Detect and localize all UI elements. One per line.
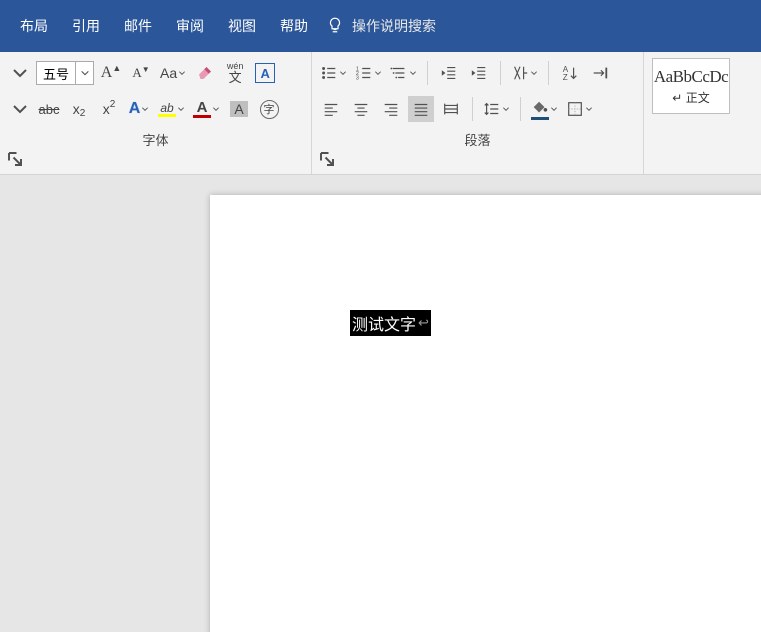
sub-2: 2	[80, 108, 86, 119]
align-left-button[interactable]	[318, 96, 344, 122]
group-paragraph: 123	[312, 52, 644, 174]
chevron-down-icon[interactable]	[75, 62, 93, 84]
distributed-button[interactable]	[438, 96, 464, 122]
menu-references[interactable]: 引用	[60, 0, 112, 52]
strike-label: abc	[39, 102, 60, 117]
strikethrough-button[interactable]: abc	[36, 96, 62, 122]
shrink-font-label: A	[132, 65, 141, 81]
sort-button[interactable]: AZ	[557, 60, 583, 86]
menu-view[interactable]: 视图	[216, 0, 268, 52]
menu-review[interactable]: 审阅	[164, 0, 216, 52]
font-size-value: 五号	[37, 64, 75, 83]
sub-x: x	[73, 101, 80, 117]
highlight-button[interactable]: ab	[156, 96, 187, 122]
char-border-label: A	[255, 63, 275, 83]
selected-text-content: 测试文字	[352, 311, 416, 335]
workspace: 测试文字↩	[0, 175, 761, 632]
font-color-label: A	[197, 100, 208, 115]
multilevel-list-button[interactable]	[388, 60, 419, 86]
phonetic-bottom: 文	[229, 71, 242, 84]
numbering-button[interactable]: 123	[353, 60, 384, 86]
menu-layout[interactable]: 布局	[8, 0, 60, 52]
ribbon: 五号 A ▲ A ▼ Aa	[0, 52, 761, 175]
change-case-label: Aa	[160, 65, 177, 81]
clear-formatting-button[interactable]	[192, 60, 218, 86]
menu-help[interactable]: 帮助	[268, 0, 320, 52]
svg-text:3: 3	[356, 75, 359, 81]
superscript-button[interactable]: x2	[96, 96, 122, 122]
font-dialog-launcher[interactable]	[2, 149, 28, 168]
group-styles: AaBbCcDc ↵ 正文	[644, 52, 738, 174]
menu-mailings[interactable]: 邮件	[112, 0, 164, 52]
show-marks-button[interactable]	[587, 60, 613, 86]
lightbulb-icon	[326, 16, 344, 37]
style-normal[interactable]: AaBbCcDc ↵ 正文	[652, 58, 730, 114]
align-right-button[interactable]	[378, 96, 404, 122]
svg-text:Z: Z	[563, 73, 568, 82]
bullets-button[interactable]	[318, 60, 349, 86]
decrease-indent-button[interactable]	[436, 60, 462, 86]
phonetic-guide-button[interactable]: wén 文	[222, 60, 248, 86]
menubar: 布局 引用 邮件 审阅 视图 帮助 操作说明搜索	[0, 0, 761, 52]
change-case-button[interactable]: Aa	[158, 60, 188, 86]
text-effects-label: A	[129, 101, 141, 117]
document-page[interactable]: 测试文字↩	[210, 195, 761, 632]
style-preview: AaBbCcDc	[654, 67, 728, 87]
font-group-label: 字体	[6, 126, 305, 155]
enclose-characters-button[interactable]: 字	[256, 96, 282, 122]
shrink-font-button[interactable]: A ▼	[128, 60, 154, 86]
enclose-label: 字	[260, 100, 279, 119]
sup-x: x	[103, 101, 110, 117]
line-spacing-button[interactable]	[481, 96, 512, 122]
shading-button[interactable]	[529, 96, 560, 122]
paragraph-dialog-launcher[interactable]	[314, 149, 340, 168]
text-effects-button[interactable]: A	[126, 96, 152, 122]
character-border-button[interactable]: A	[252, 60, 278, 86]
tell-me[interactable]: 操作说明搜索	[326, 16, 436, 37]
paragraph-group-label: 段落	[318, 126, 637, 155]
character-shading-button[interactable]: A	[226, 96, 252, 122]
group-font: 五号 A ▲ A ▼ Aa	[0, 52, 312, 174]
grow-font-button[interactable]: A ▲	[98, 60, 124, 86]
increase-indent-button[interactable]	[466, 60, 492, 86]
paragraph-mark-icon: ↩	[418, 315, 429, 331]
subscript-button[interactable]: x2	[66, 96, 92, 122]
borders-button[interactable]	[564, 96, 595, 122]
asian-layout-button[interactable]	[509, 60, 540, 86]
font-size-combo[interactable]: 五号	[36, 61, 94, 85]
align-center-button[interactable]	[348, 96, 374, 122]
style-name: ↵ 正文	[672, 89, 709, 106]
highlight-label: ab	[160, 102, 173, 114]
sup-2: 2	[110, 99, 116, 110]
underline-dropdown-partial[interactable]	[6, 96, 32, 122]
tell-me-text: 操作说明搜索	[352, 16, 436, 36]
font-color-button[interactable]: A	[191, 96, 222, 122]
char-shading-label: A	[230, 101, 247, 117]
font-name-dropdown-partial[interactable]	[6, 60, 32, 86]
grow-font-label: A	[101, 64, 113, 82]
justify-button[interactable]	[408, 96, 434, 122]
selected-text[interactable]: 测试文字↩	[350, 310, 431, 336]
